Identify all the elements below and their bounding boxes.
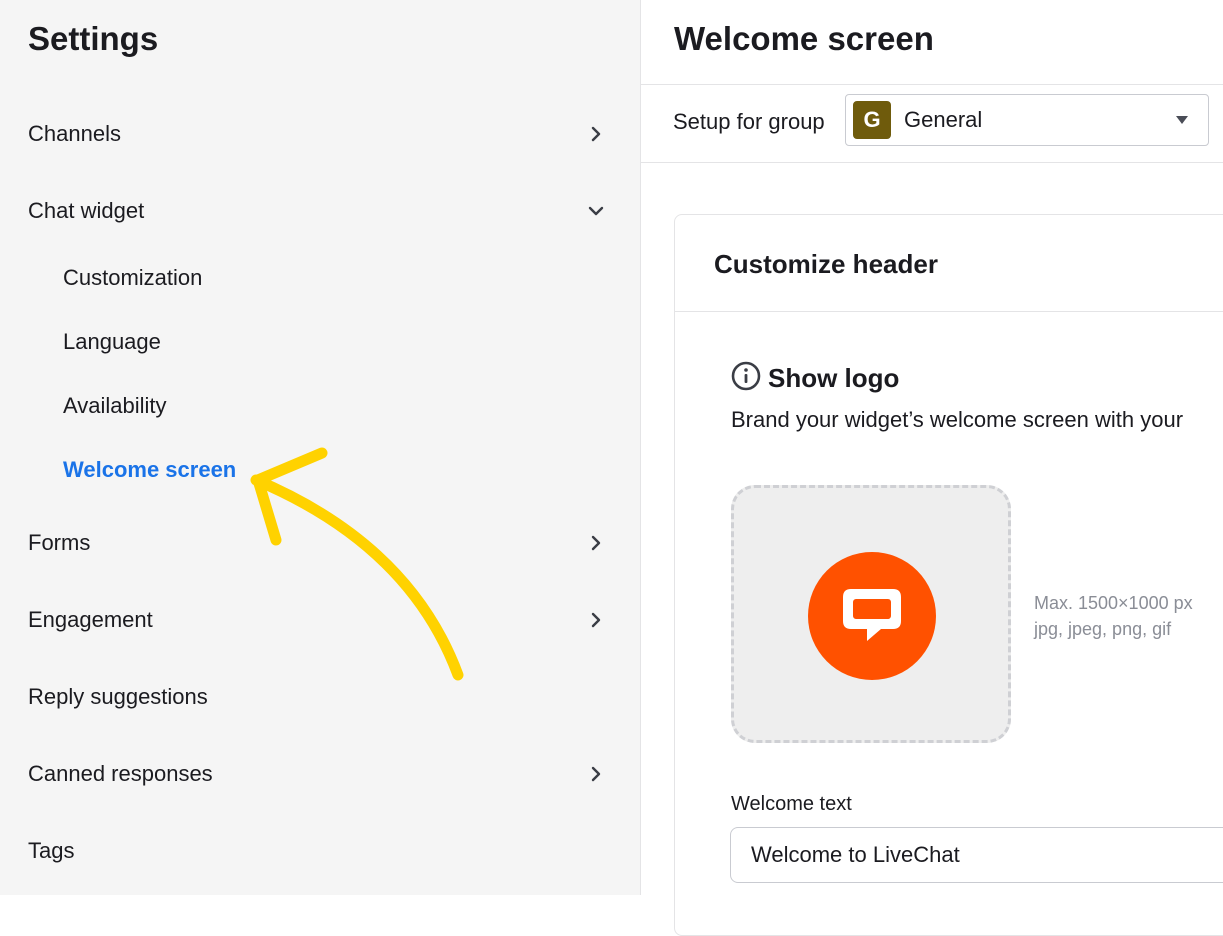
group-selected-value: General xyxy=(904,107,983,132)
sidebar-item-label: Forms xyxy=(28,530,91,555)
sidebar-item-label: Engagement xyxy=(28,607,153,632)
sidebar-item-label: Canned responses xyxy=(28,761,213,786)
customize-header-card: Customize header Show logo Brand your wi… xyxy=(674,214,1223,936)
card-header: Customize header xyxy=(675,215,1223,312)
sidebar-item-channels[interactable]: Channels xyxy=(28,114,604,154)
chevron-right-icon xyxy=(588,126,604,142)
show-logo-description: Brand your widget’s welcome screen with … xyxy=(731,407,1184,432)
upload-size-hint: Max. 1500×1000 px xyxy=(1034,593,1193,613)
caret-down-icon xyxy=(1176,116,1188,124)
main-content: Welcome screen Setup for group G General… xyxy=(641,0,1223,936)
upload-types-hint: jpg, jpeg, png, gif xyxy=(1034,619,1172,639)
sidebar-item-forms[interactable]: Forms xyxy=(28,523,604,563)
chevron-right-icon xyxy=(588,535,604,551)
card-title: Customize header xyxy=(714,249,938,279)
sidebar-item-canned-responses[interactable]: Canned responses xyxy=(28,754,604,794)
sidebar-subitem-availability[interactable]: Availability xyxy=(63,388,167,424)
page-header: Welcome screen xyxy=(641,0,1223,85)
welcome-text-label: Welcome text xyxy=(731,793,852,815)
show-logo-title: Show logo xyxy=(768,363,900,393)
sidebar-item-label: Chat widget xyxy=(28,198,145,223)
info-icon[interactable] xyxy=(731,361,761,391)
sidebar-item-label: Welcome screen xyxy=(63,457,237,482)
sidebar-item-label: Customization xyxy=(63,265,203,290)
sidebar-item-chat-widget[interactable]: Chat widget xyxy=(28,191,604,231)
sidebar-item-label: Availability xyxy=(63,393,167,418)
sidebar-item-reply-suggestions[interactable]: Reply suggestions xyxy=(28,677,604,717)
group-label: Setup for group xyxy=(673,109,825,134)
sidebar-title: Settings xyxy=(28,20,159,57)
group-bar: Setup for group G General xyxy=(641,85,1223,163)
group-select[interactable]: G General xyxy=(845,94,1209,146)
sidebar-subitem-customization[interactable]: Customization xyxy=(63,260,202,296)
logo-upload-dropzone[interactable] xyxy=(731,485,1011,743)
sidebar-item-engagement[interactable]: Engagement xyxy=(28,600,604,640)
chevron-down-icon xyxy=(588,203,604,219)
group-avatar: G xyxy=(853,101,891,139)
chevron-right-icon xyxy=(588,612,604,628)
sidebar-item-label: Reply suggestions xyxy=(28,684,208,709)
sidebar-item-label: Channels xyxy=(28,121,121,146)
sidebar-item-tags[interactable]: Tags xyxy=(28,831,604,871)
sidebar-item-label: Tags xyxy=(28,838,75,863)
sidebar-subitem-welcome-screen[interactable]: Welcome screen xyxy=(63,452,236,488)
sidebar-subitem-language[interactable]: Language xyxy=(63,324,161,360)
page-title: Welcome screen xyxy=(674,20,934,57)
livechat-logo-icon xyxy=(808,552,936,680)
chevron-right-icon xyxy=(588,766,604,782)
welcome-text-input[interactable] xyxy=(730,827,1223,883)
settings-sidebar: Settings Channels Chat widget Customizat… xyxy=(0,0,641,895)
sidebar-item-label: Language xyxy=(63,329,161,354)
